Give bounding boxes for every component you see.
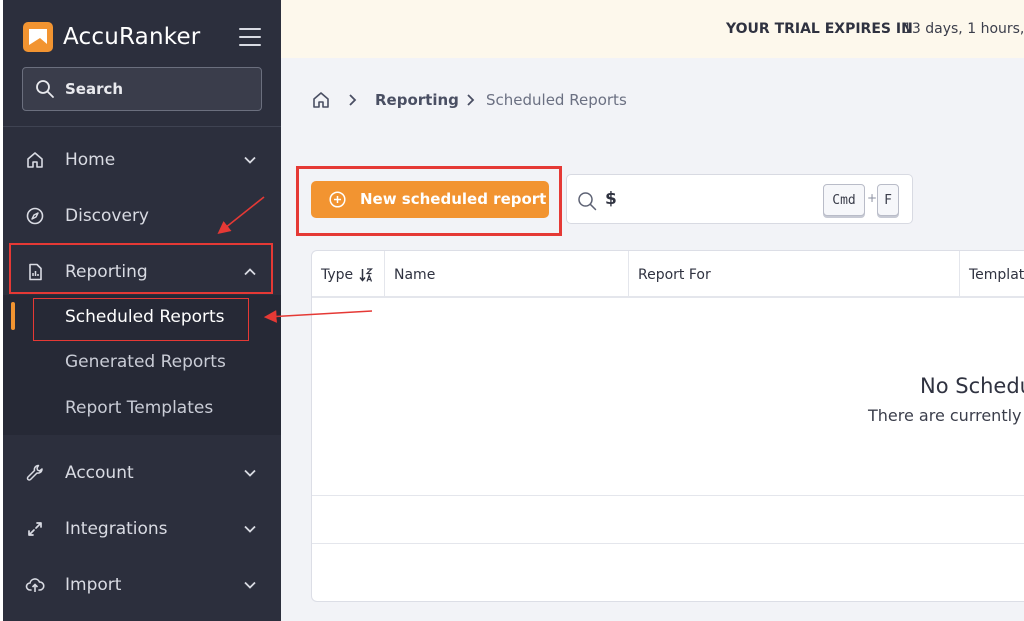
sidebar-divider [3,126,281,127]
search-label: Search [65,80,124,98]
chevron-down-icon [244,581,256,589]
submenu-item-generated-reports[interactable]: Generated Reports [65,352,226,372]
scheduled-reports-table: Type Name Report For Templat No Schedu T… [311,250,1024,602]
accuranker-logo-icon [23,22,53,52]
sidebar-item-label: Import [65,575,122,595]
empty-state-subtitle: There are currently [868,406,1022,425]
empty-state-title: No Schedu [920,374,1024,398]
shortcut-key-cmd: Cmd [823,184,865,216]
search-value: $ [605,189,617,209]
home-icon[interactable] [311,90,331,110]
submenu-item-report-templates[interactable]: Report Templates [65,398,213,418]
sidebar-item-label: Home [65,150,116,170]
compass-icon [26,207,44,225]
sidebar-item-label: Integrations [65,519,168,539]
reporting-submenu: Scheduled Reports Generated Reports Repo… [3,295,281,435]
new-scheduled-report-button[interactable]: New scheduled report [311,181,549,218]
sidebar: AccuRanker Search Home Discovery Reporti… [3,0,281,621]
shortcut-plus: + [867,191,878,205]
column-header-label: Type [321,266,354,283]
brand-name: AccuRanker [63,24,201,50]
sidebar-item-integrations[interactable]: Integrations [3,507,281,551]
column-header-report-for[interactable]: Report For [628,251,959,298]
main-content: YOUR TRIAL EXPIRES IN 13 days, 1 hours, … [281,0,1024,621]
breadcrumb-reporting[interactable]: Reporting [375,91,459,109]
column-header-label: Report For [638,266,711,283]
breadcrumb-current: Scheduled Reports [486,91,627,109]
column-header-type[interactable]: Type [312,251,384,298]
chevron-right-icon [467,94,475,106]
plus-circle-icon [329,191,346,208]
brand[interactable]: AccuRanker [23,22,200,52]
sidebar-item-reporting[interactable]: Reporting [3,250,281,294]
column-header-label: Name [394,266,436,283]
shortcut-key-f: F [877,184,899,216]
sidebar-item-label: Account [65,463,134,483]
sidebar-item-account[interactable]: Account [3,451,281,495]
sidebar-search-button[interactable]: Search [22,67,262,111]
chevron-up-icon [244,268,256,276]
sidebar-item-import[interactable]: Import [3,563,281,607]
table-header: Type Name Report For Templat [312,251,1024,298]
chevron-down-icon [244,525,256,533]
sidebar-item-label: Reporting [65,262,148,282]
column-header-name[interactable]: Name [384,251,628,298]
report-icon [29,263,42,281]
column-header-label: Templat [969,266,1024,283]
menu-toggle-icon[interactable] [239,28,261,48]
search-icon [36,80,54,98]
chevron-down-icon [244,469,256,477]
new-scheduled-report-label: New scheduled report [360,190,547,208]
chevron-down-icon [244,156,256,164]
sort-descending-icon [359,267,374,282]
table-row-divider [312,495,1024,496]
active-indicator [11,302,15,330]
home-icon [27,152,43,168]
report-search-input[interactable]: $ Cmd + F [566,174,913,224]
wrench-icon [26,464,43,481]
sidebar-item-label: Discovery [65,206,149,226]
sidebar-item-home[interactable]: Home [3,138,281,182]
sidebar-item-discovery[interactable]: Discovery [3,194,281,238]
column-header-template[interactable]: Templat [959,251,1024,298]
trial-label: YOUR TRIAL EXPIRES IN [726,21,913,37]
chevron-right-icon [349,94,357,106]
search-icon [578,192,597,211]
trial-banner: YOUR TRIAL EXPIRES IN 13 days, 1 hours, … [281,0,1024,58]
submenu-item-scheduled-reports[interactable]: Scheduled Reports [65,307,225,327]
table-row-divider [312,543,1024,544]
cloud-upload-icon [25,578,45,592]
trial-countdown: 13 days, 1 hours, : [903,21,1024,37]
integrations-icon [28,522,42,536]
